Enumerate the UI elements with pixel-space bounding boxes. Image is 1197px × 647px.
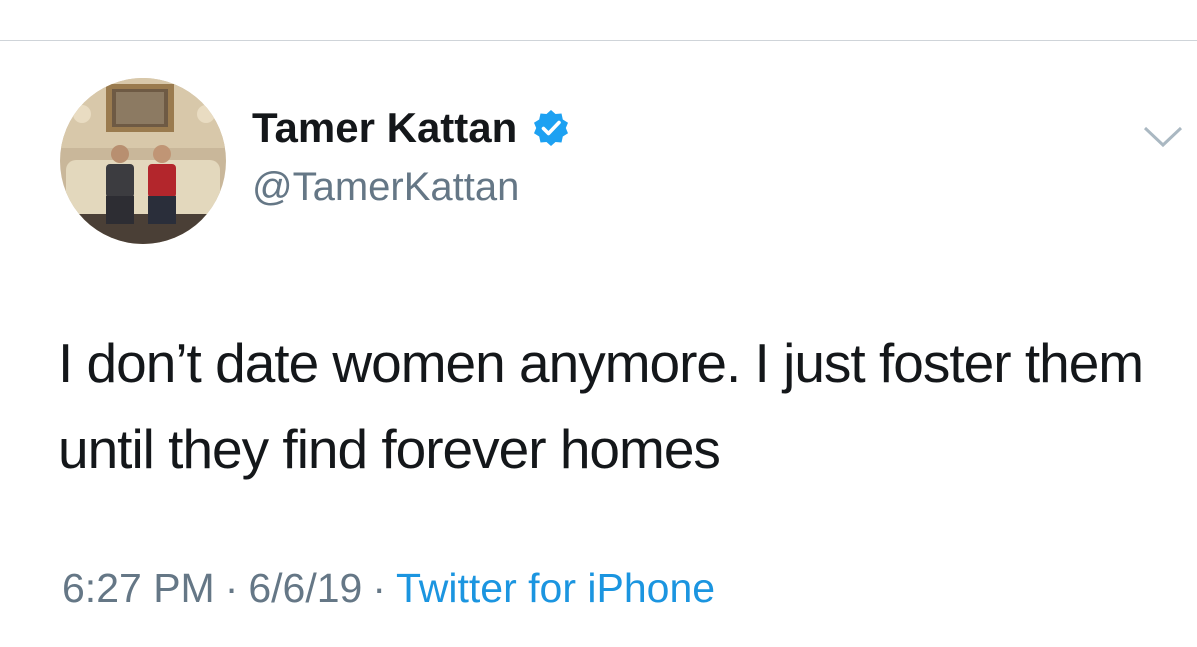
separator: · [372, 565, 387, 611]
top-divider [0, 40, 1197, 41]
chevron-down-icon[interactable] [1139, 118, 1187, 154]
author-display-name[interactable]: Tamer Kattan [252, 102, 571, 154]
tweet-meta: 6:27 PM · 6/6/19 · Twitter for iPhone [62, 560, 715, 616]
avatar-photo [60, 78, 226, 244]
tweet-date[interactable]: 6/6/19 [248, 565, 362, 611]
tweet-text: I don’t date women anymore. I just foste… [58, 332, 1144, 480]
avatar[interactable] [60, 78, 226, 244]
verified-badge-icon [531, 108, 571, 148]
tweet-time[interactable]: 6:27 PM [62, 565, 215, 611]
display-name-text: Tamer Kattan [252, 104, 518, 151]
separator: · [224, 565, 239, 611]
tweet-page: Tamer Kattan @TamerKattan I don’t date w… [0, 0, 1197, 647]
author-handle[interactable]: @TamerKattan [252, 162, 519, 212]
tweet-source-link[interactable]: Twitter for iPhone [396, 565, 715, 611]
